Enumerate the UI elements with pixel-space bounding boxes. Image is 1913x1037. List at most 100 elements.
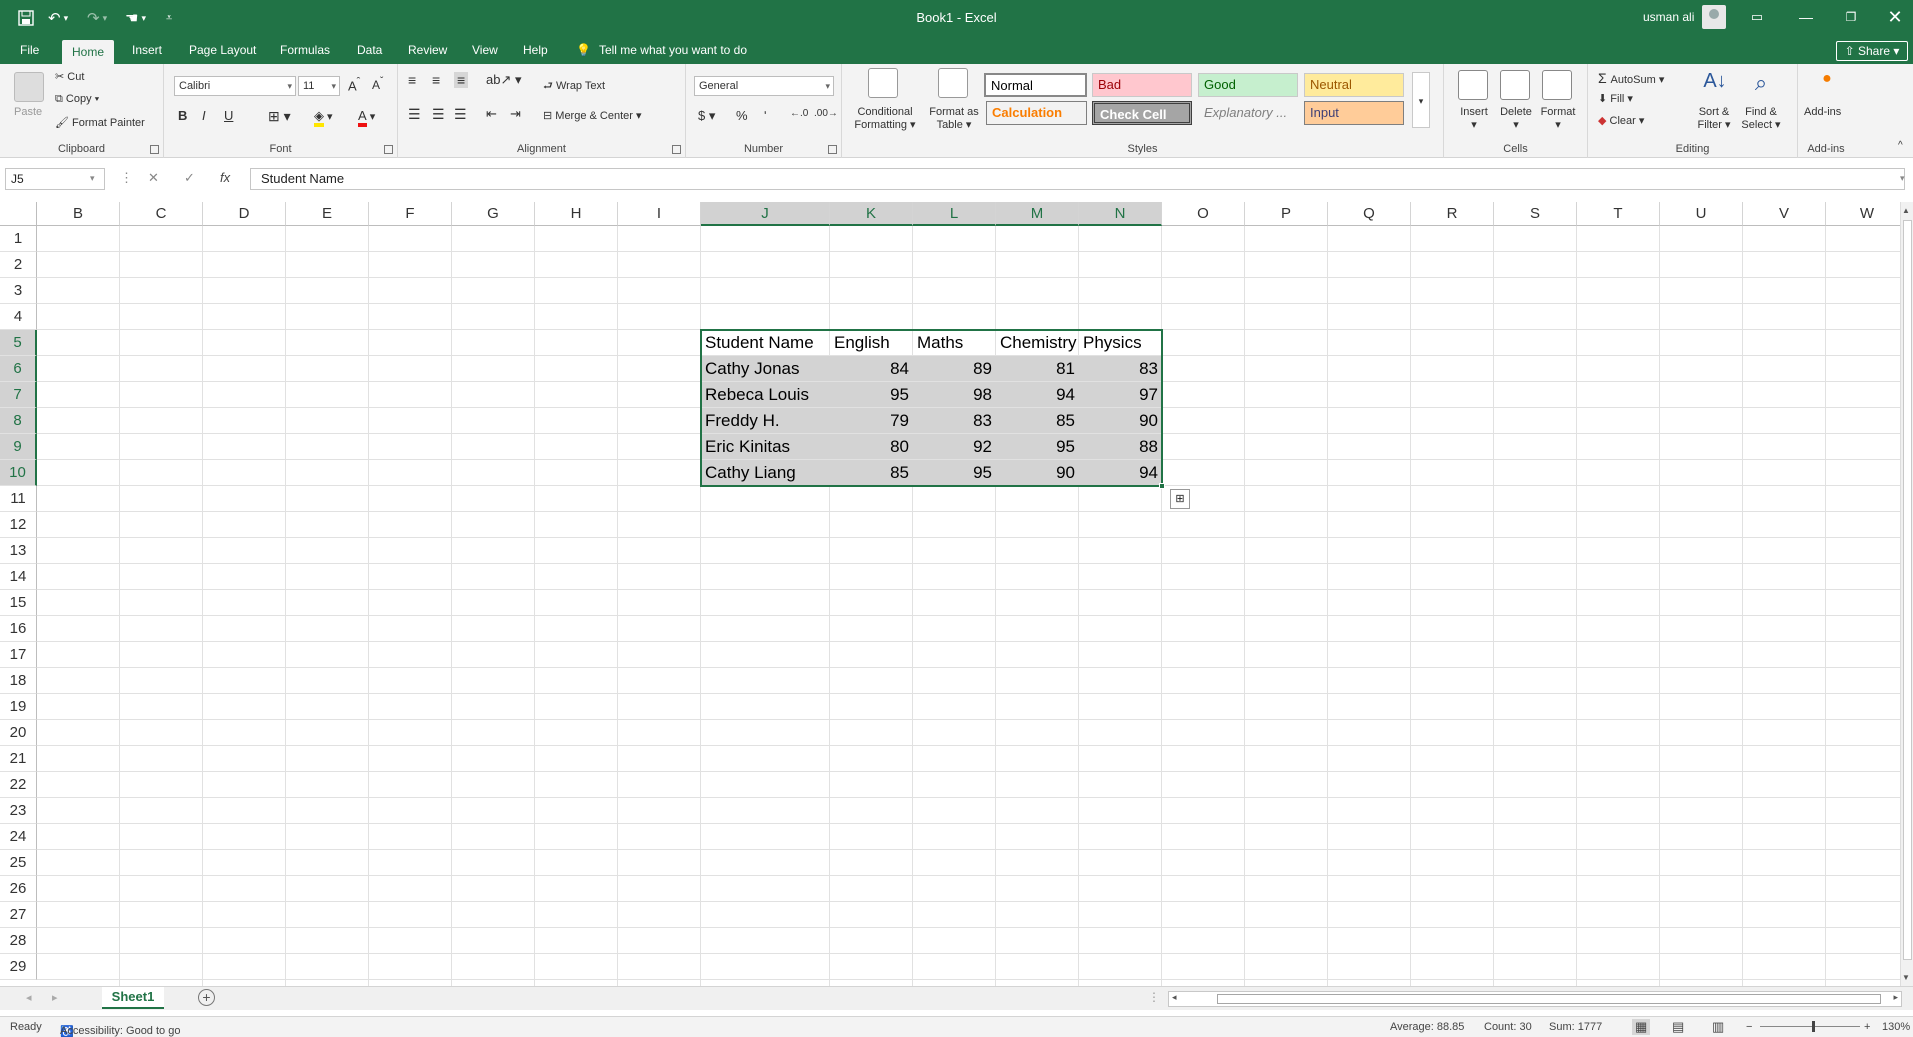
delete-cells-icon[interactable]	[1500, 70, 1530, 100]
fill-button[interactable]: ⬇ Fill ▾	[1598, 92, 1633, 105]
column-header-w[interactable]: W	[1826, 202, 1900, 226]
zoom-level[interactable]: 130%	[1882, 1021, 1910, 1033]
student-name-cell[interactable]: Cathy Jonas	[701, 356, 830, 382]
copy-button[interactable]: ⧉ Copy ▾	[55, 93, 99, 106]
paste-button[interactable]: Paste	[14, 106, 42, 118]
font-size-dropdown[interactable]: 11	[298, 76, 340, 96]
score-cell[interactable]: 85	[996, 408, 1079, 434]
student-name-cell[interactable]: Freddy H.	[701, 408, 830, 434]
row-header-5[interactable]: 5	[0, 330, 37, 356]
expand-formula-icon[interactable]: ▾	[1900, 173, 1905, 184]
clear-button[interactable]: ◆ Clear ▾	[1598, 114, 1644, 127]
style-input[interactable]: Input	[1304, 101, 1404, 125]
status-sum[interactable]: Sum: 1777	[1549, 1021, 1602, 1033]
bold-button[interactable]: B	[178, 108, 187, 123]
formula-input[interactable]: Student Name	[250, 168, 1905, 190]
cancel-icon[interactable]: ✕	[148, 170, 159, 186]
row-header-29[interactable]: 29	[0, 954, 37, 980]
column-header-t[interactable]: T	[1577, 202, 1660, 226]
score-cell[interactable]: 83	[1079, 356, 1162, 382]
borders-icon[interactable]: ⊞ ▾	[268, 108, 291, 125]
row-header-26[interactable]: 26	[0, 876, 37, 902]
table-header-cell[interactable]: Chemistry	[996, 330, 1079, 356]
row-header-12[interactable]: 12	[0, 512, 37, 538]
score-cell[interactable]: 83	[913, 408, 996, 434]
vertical-scroll-thumb[interactable]	[1903, 220, 1912, 960]
score-cell[interactable]: 88	[1079, 434, 1162, 460]
insert-cells-icon[interactable]	[1458, 70, 1488, 100]
column-header-b[interactable]: B	[37, 202, 120, 226]
tab-file[interactable]: File	[10, 36, 49, 64]
font-name-dropdown[interactable]: Calibri	[174, 76, 296, 96]
align-center-icon[interactable]: ☰	[432, 106, 445, 123]
format-as-table-icon[interactable]	[938, 68, 968, 98]
score-cell[interactable]: 85	[830, 460, 913, 486]
restore-icon[interactable]: ❐	[1836, 4, 1866, 30]
score-cell[interactable]: 95	[913, 460, 996, 486]
addins-button[interactable]: Add-ins	[1804, 106, 1841, 118]
select-all-corner[interactable]	[0, 202, 37, 226]
share-button[interactable]: ⇧ Share ▾	[1836, 41, 1908, 61]
split-handle-icon[interactable]: ⋮	[1148, 990, 1160, 1004]
score-cell[interactable]: 84	[830, 356, 913, 382]
column-header-u[interactable]: U	[1660, 202, 1743, 226]
zoom-out-icon[interactable]: −	[1746, 1021, 1752, 1033]
wrap-text-button[interactable]: ⮐ Wrap Text	[543, 77, 605, 96]
addins-icon[interactable]: ●	[1812, 70, 1842, 100]
style-bad[interactable]: Bad	[1092, 73, 1192, 97]
number-format-dropdown[interactable]: General	[694, 76, 834, 96]
row-header-19[interactable]: 19	[0, 694, 37, 720]
table-header-cell[interactable]: Physics	[1079, 330, 1162, 356]
align-middle-icon[interactable]: ≡	[432, 72, 440, 88]
row-header-9[interactable]: 9	[0, 434, 37, 460]
column-header-e[interactable]: E	[286, 202, 369, 226]
row-header-17[interactable]: 17	[0, 642, 37, 668]
score-cell[interactable]: 89	[913, 356, 996, 382]
number-launcher-icon[interactable]	[828, 145, 837, 154]
row-header-15[interactable]: 15	[0, 590, 37, 616]
row-header-7[interactable]: 7	[0, 382, 37, 408]
align-bottom-icon[interactable]: ≡	[454, 72, 469, 88]
score-cell[interactable]: 92	[913, 434, 996, 460]
row-header-3[interactable]: 3	[0, 278, 37, 304]
scroll-right-icon[interactable]: ▸	[1893, 992, 1898, 1003]
font-color-icon[interactable]: A ▾	[358, 108, 375, 127]
column-header-l[interactable]: L	[913, 202, 996, 226]
status-count[interactable]: Count: 30	[1484, 1021, 1532, 1033]
format-cells-button[interactable]: Format ▾	[1540, 106, 1576, 131]
italic-button[interactable]: I	[202, 108, 206, 123]
styles-more-icon[interactable]: ▾	[1412, 72, 1430, 128]
row-header-23[interactable]: 23	[0, 798, 37, 824]
enter-icon[interactable]: ✓	[184, 170, 195, 186]
row-header-4[interactable]: 4	[0, 304, 37, 330]
tab-formulas[interactable]: Formulas	[270, 36, 340, 64]
currency-button[interactable]: $ ▾	[698, 108, 715, 124]
tab-data[interactable]: Data	[347, 36, 392, 64]
row-header-13[interactable]: 13	[0, 538, 37, 564]
cut-button[interactable]: ✂ Cut	[55, 70, 84, 83]
scroll-up-icon[interactable]: ▲	[1902, 206, 1910, 215]
column-header-r[interactable]: R	[1411, 202, 1494, 226]
row-header-2[interactable]: 2	[0, 252, 37, 278]
column-header-d[interactable]: D	[203, 202, 286, 226]
row-header-21[interactable]: 21	[0, 746, 37, 772]
score-cell[interactable]: 94	[1079, 460, 1162, 486]
row-header-20[interactable]: 20	[0, 720, 37, 746]
row-header-27[interactable]: 27	[0, 902, 37, 928]
table-header-cell[interactable]: Maths	[913, 330, 996, 356]
avatar[interactable]	[1702, 5, 1726, 29]
column-header-c[interactable]: C	[120, 202, 203, 226]
row-header-11[interactable]: 11	[0, 486, 37, 512]
column-header-p[interactable]: P	[1245, 202, 1328, 226]
column-header-v[interactable]: V	[1743, 202, 1826, 226]
page-layout-view-icon[interactable]: ▤	[1672, 1019, 1684, 1035]
column-header-k[interactable]: K	[830, 202, 913, 226]
row-header-24[interactable]: 24	[0, 824, 37, 850]
score-cell[interactable]: 90	[1079, 408, 1162, 434]
conditional-formatting-button[interactable]: Conditional Formatting ▾	[854, 106, 916, 131]
style-check-cell[interactable]: Check Cell	[1092, 101, 1192, 125]
collapse-ribbon-icon[interactable]: ^	[1898, 140, 1903, 151]
fill-color-icon[interactable]: ◈ ▾	[314, 108, 333, 127]
row-header-25[interactable]: 25	[0, 850, 37, 876]
sheet-tab-sheet1[interactable]: Sheet1	[102, 987, 164, 1009]
